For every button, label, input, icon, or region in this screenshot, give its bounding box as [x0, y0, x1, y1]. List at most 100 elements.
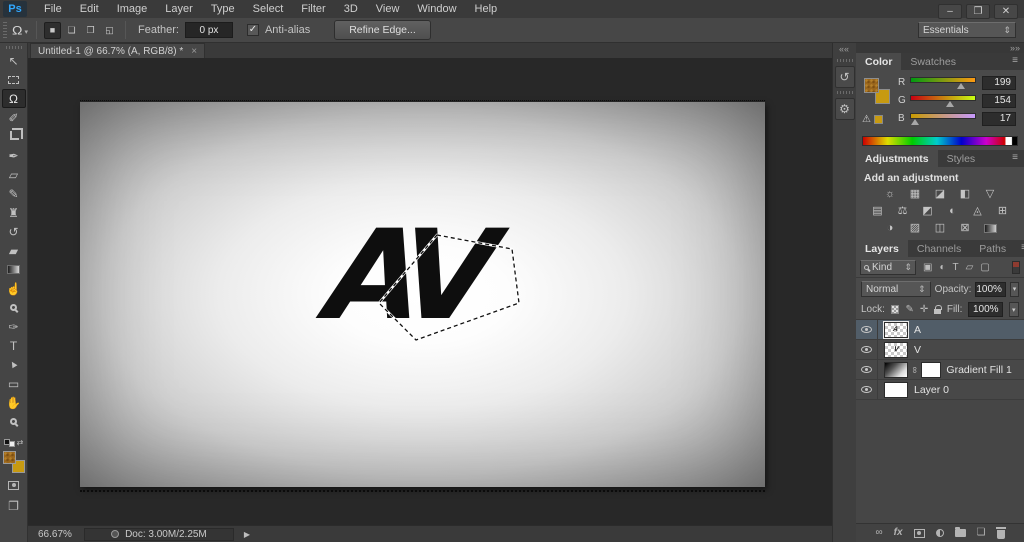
refine-edge-button[interactable]: Refine Edge...	[334, 20, 431, 40]
layer-thumbnail[interactable]: A	[883, 320, 909, 339]
lasso-tool[interactable]: Ω	[1, 89, 26, 108]
panel-menu-icon[interactable]: ≡	[1015, 240, 1024, 257]
layer-filter-toggle[interactable]	[1012, 260, 1020, 274]
minimize-button[interactable]: –	[938, 4, 962, 19]
history-panel-button[interactable]: ↺	[834, 66, 855, 88]
move-tool[interactable]: ↖	[2, 51, 26, 70]
green-slider[interactable]	[910, 94, 976, 107]
menu-type[interactable]: Type	[202, 1, 244, 17]
tab-channels[interactable]: Channels	[908, 240, 970, 257]
green-slider-thumb[interactable]	[945, 101, 954, 107]
canvas-pasteboard[interactable]: AV	[28, 58, 832, 525]
filter-shape-icon[interactable]: ▱	[966, 262, 974, 273]
type-tool[interactable]: T	[2, 336, 26, 355]
vibrance-icon[interactable]: ▽	[982, 188, 998, 201]
smudge-tool[interactable]: ☝	[2, 279, 26, 298]
blue-slider-track[interactable]	[910, 113, 976, 119]
brush-tool[interactable]: ✎	[2, 184, 26, 203]
tab-layers[interactable]: Layers	[856, 240, 908, 257]
dodge-tool[interactable]	[2, 298, 26, 317]
layer-thumbnail[interactable]	[884, 381, 908, 398]
color-lookup-icon[interactable]: ⊞	[995, 205, 1011, 218]
threshold-icon[interactable]: ◫	[932, 222, 948, 235]
layer-row-gradient-fill[interactable]: ∞ Gradient Fill 1	[856, 360, 1024, 380]
menu-filter[interactable]: Filter	[292, 1, 334, 17]
lock-paint-icon[interactable]: ✎	[905, 304, 913, 315]
layer-name[interactable]: Layer 0	[914, 384, 949, 396]
layer-style-icon[interactable]: fx	[894, 528, 903, 538]
tab-paths[interactable]: Paths	[970, 240, 1015, 257]
exposure-icon[interactable]: ◧	[957, 188, 973, 201]
menu-select[interactable]: Select	[244, 1, 293, 17]
color-balance-icon[interactable]: ⚖	[895, 205, 911, 218]
blue-value-input[interactable]: 17	[982, 111, 1016, 126]
rectangular-marquee-tool[interactable]	[2, 70, 26, 89]
red-slider-track[interactable]	[910, 77, 976, 83]
selection-mode-add-button[interactable]: ❏	[63, 22, 80, 39]
layer-row-layer0[interactable]: Layer 0	[856, 380, 1024, 400]
fill-dropdown-icon[interactable]: ▾	[1008, 302, 1019, 317]
selection-mode-intersect-button[interactable]: ◱	[101, 22, 118, 39]
pen-tool[interactable]: ✑	[2, 317, 26, 336]
expand-dock-icon[interactable]: ««	[839, 44, 849, 54]
menu-layer[interactable]: Layer	[156, 1, 202, 17]
new-group-icon[interactable]	[954, 527, 966, 537]
foreground-color-swatch[interactable]	[2, 451, 16, 464]
eraser-tool[interactable]: ▰	[2, 241, 26, 260]
visibility-cell[interactable]	[856, 380, 878, 399]
menu-window[interactable]: Window	[408, 1, 465, 17]
black-white-icon[interactable]: ◩	[920, 205, 936, 218]
lock-position-icon[interactable]: ✛	[920, 304, 928, 315]
history-brush-tool[interactable]: ↺	[2, 222, 26, 241]
photo-filter-icon[interactable]: ◐	[945, 205, 961, 218]
document-tab[interactable]: Untitled-1 @ 66.7% (A, RGB/8) * ×	[30, 43, 206, 58]
color-spectrum-ramp[interactable]	[862, 136, 1018, 146]
channel-mixer-icon[interactable]: ◬	[970, 205, 986, 218]
antialias-checkbox[interactable]: ✓	[246, 24, 259, 36]
add-layer-mask-icon[interactable]	[913, 528, 925, 538]
eyedropper-tool[interactable]: ✒	[2, 146, 26, 165]
selection-mode-subtract-button[interactable]: ❐	[82, 22, 99, 39]
filter-adjustment-icon[interactable]: ◐	[939, 262, 945, 273]
lock-all-icon[interactable]	[934, 305, 942, 314]
red-slider[interactable]	[910, 76, 976, 89]
path-selection-tool[interactable]: ▲	[2, 355, 26, 374]
new-layer-icon[interactable]: ❏	[977, 528, 986, 538]
panel-menu-icon[interactable]: ≡	[1006, 53, 1024, 70]
new-adjustment-layer-icon[interactable]	[935, 529, 944, 537]
quick-selection-tool[interactable]: ✐	[2, 108, 26, 127]
properties-panel-button[interactable]: ⚙	[834, 98, 855, 120]
menu-3d[interactable]: 3D	[335, 1, 367, 17]
fill-input[interactable]: 100%	[968, 302, 1003, 317]
crop-tool[interactable]	[2, 127, 26, 146]
gradient-tool[interactable]	[2, 260, 26, 279]
foreground-color-swatch[interactable]	[864, 78, 879, 93]
levels-icon[interactable]: ▦	[907, 188, 923, 201]
red-value-input[interactable]: 199	[982, 75, 1016, 90]
layer-name[interactable]: V	[914, 344, 921, 356]
lasso-tool-icon[interactable]: Ω	[12, 24, 22, 36]
delete-layer-icon[interactable]	[995, 527, 1006, 539]
tab-color[interactable]: Color	[856, 53, 902, 70]
collapse-dock-icon[interactable]: »»	[1010, 43, 1020, 53]
hue-saturation-icon[interactable]: ▤	[870, 205, 886, 218]
layer-thumbnail[interactable]	[884, 361, 908, 378]
filter-smart-object-icon[interactable]: ▢	[980, 262, 989, 273]
spot-healing-brush-tool[interactable]: ▱	[2, 165, 26, 184]
link-layers-icon[interactable]: ∞	[875, 528, 882, 538]
opacity-input[interactable]: 100%	[975, 281, 1006, 297]
invert-icon[interactable]: ◑	[882, 222, 898, 235]
restore-button[interactable]: ❐	[966, 4, 990, 19]
layer-thumbnail[interactable]: V	[884, 341, 908, 358]
posterize-icon[interactable]: ▨	[907, 222, 923, 235]
visibility-cell[interactable]	[856, 320, 878, 339]
gamut-warning[interactable]: ⚠	[862, 114, 883, 125]
blend-mode-select[interactable]: Normal ⇕	[861, 281, 931, 297]
tab-adjustments[interactable]: Adjustments	[856, 150, 938, 167]
visibility-cell[interactable]	[856, 360, 878, 379]
lock-transparency-icon[interactable]	[890, 305, 900, 314]
selection-mode-new-button[interactable]: ■	[43, 21, 61, 39]
menu-file[interactable]: File	[35, 1, 71, 17]
clone-stamp-tool[interactable]: ♜	[2, 203, 26, 222]
layer-name[interactable]: A	[914, 324, 921, 336]
